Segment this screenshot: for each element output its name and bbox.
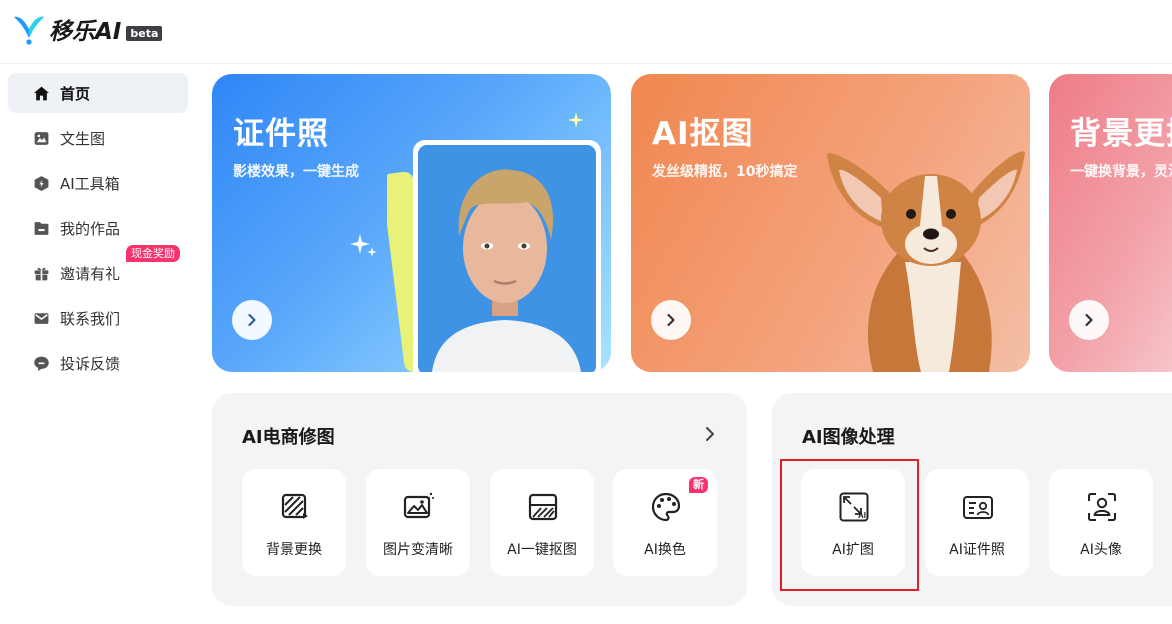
id-photo-portrait: [387, 140, 601, 372]
sidebar-item-label: 首页: [60, 84, 91, 103]
sidebar-item-label: 邀请有礼: [60, 264, 121, 283]
corgi-dog-image: [827, 151, 1025, 372]
tile-label: 图片变清晰: [383, 542, 453, 558]
logo-icon: [14, 16, 44, 45]
banner-next-button[interactable]: [651, 300, 691, 340]
sparkle-icon: [568, 112, 584, 128]
beta-badge: beta: [126, 25, 163, 41]
chevron-right-icon: [248, 313, 256, 327]
chevron-right-icon: [1085, 313, 1093, 327]
sidebar-item-invite[interactable]: 邀请有礼 现金奖励: [8, 245, 188, 293]
banner-title: 背景更换: [1070, 116, 1172, 152]
tool-ai-avatar[interactable]: AI头像: [1049, 469, 1153, 576]
tile-label: 背景更换: [266, 542, 322, 558]
top-header: 移乐AI beta: [0, 0, 1172, 64]
tool-ai-id-photo[interactable]: AI证件照: [925, 469, 1029, 576]
sidebar: 首页 文生图 AI工具箱 我的作品 邀请有礼 现金奖励 联系我们 投诉反馈: [8, 73, 188, 388]
home-icon: [32, 84, 50, 102]
cash-reward-badge: 现金奖励: [126, 245, 180, 262]
sparkle-icon: [350, 234, 377, 257]
id-card-icon: [963, 496, 993, 519]
banner-subtitle: 发丝级精抠，10秒搞定: [652, 164, 798, 180]
chevron-right-icon: [667, 313, 675, 327]
sidebar-item-contact[interactable]: 联系我们: [8, 298, 188, 338]
banner-next-button[interactable]: [1069, 300, 1109, 340]
banner-title: AI抠图: [652, 116, 754, 152]
toolbox-icon: [32, 174, 50, 192]
tile-label: AI证件照: [949, 542, 1005, 558]
sidebar-item-label: AI工具箱: [60, 174, 120, 193]
sidebar-item-label: 投诉反馈: [60, 354, 121, 373]
sidebar-item-home[interactable]: 首页: [8, 73, 188, 113]
banner-ai-cutout[interactable]: AI抠图 发丝级精抠，10秒搞定: [631, 74, 1030, 372]
logo-text: 移乐AI: [49, 19, 122, 45]
image-icon: [32, 129, 50, 147]
cutout-icon: [528, 493, 558, 521]
logo[interactable]: 移乐AI beta: [12, 12, 163, 46]
sidebar-item-my-works[interactable]: 我的作品: [8, 208, 188, 248]
tool-image-enhance[interactable]: 图片变清晰: [366, 469, 470, 576]
background-replace-icon: [281, 493, 308, 519]
palette-icon: [651, 492, 681, 522]
new-badge: 新: [689, 477, 708, 493]
banner-subtitle: 影楼效果，一键生成: [233, 164, 359, 180]
panel-title: AI电商修图: [242, 427, 335, 448]
selection-highlight: [780, 459, 919, 591]
tile-label: AI一键抠图: [507, 542, 577, 558]
banner-background-replace[interactable]: 背景更换 一键换背景，灵活: [1049, 74, 1172, 372]
folder-icon: [32, 219, 50, 237]
image-enhance-icon: [403, 492, 434, 519]
panel-title: AI图像处理: [802, 427, 895, 448]
sidebar-item-feedback[interactable]: 投诉反馈: [8, 343, 188, 383]
banner-next-button[interactable]: [232, 300, 272, 340]
tile-label: AI换色: [644, 542, 686, 558]
banner-subtitle: 一键换背景，灵活: [1070, 164, 1172, 180]
tool-background-replace[interactable]: 背景更换: [242, 469, 346, 576]
sidebar-item-label: 我的作品: [60, 219, 121, 238]
tile-label: AI头像: [1080, 542, 1122, 558]
sidebar-item-ai-toolbox[interactable]: AI工具箱: [8, 163, 188, 203]
sidebar-item-label: 文生图: [60, 129, 106, 148]
avatar-scan-icon: [1088, 493, 1116, 521]
banner-title: 证件照: [233, 116, 329, 152]
tool-ai-recolor[interactable]: 新 AI换色: [613, 469, 717, 576]
chevron-right-icon: [706, 427, 714, 441]
panel-more-button[interactable]: [701, 423, 719, 445]
panel-ai-ecommerce: AI电商修图 背景更换 图片变清晰 AI一键抠图 新 AI换色: [212, 393, 747, 606]
sidebar-item-text-to-image[interactable]: 文生图: [8, 118, 188, 158]
gift-icon: [32, 264, 50, 282]
mail-icon: [32, 309, 50, 327]
tool-ai-cutout[interactable]: AI一键抠图: [490, 469, 594, 576]
chat-icon: [32, 354, 50, 372]
sidebar-item-label: 联系我们: [60, 309, 121, 328]
banner-id-photo[interactable]: 证件照 影楼效果，一键生成: [212, 74, 611, 372]
